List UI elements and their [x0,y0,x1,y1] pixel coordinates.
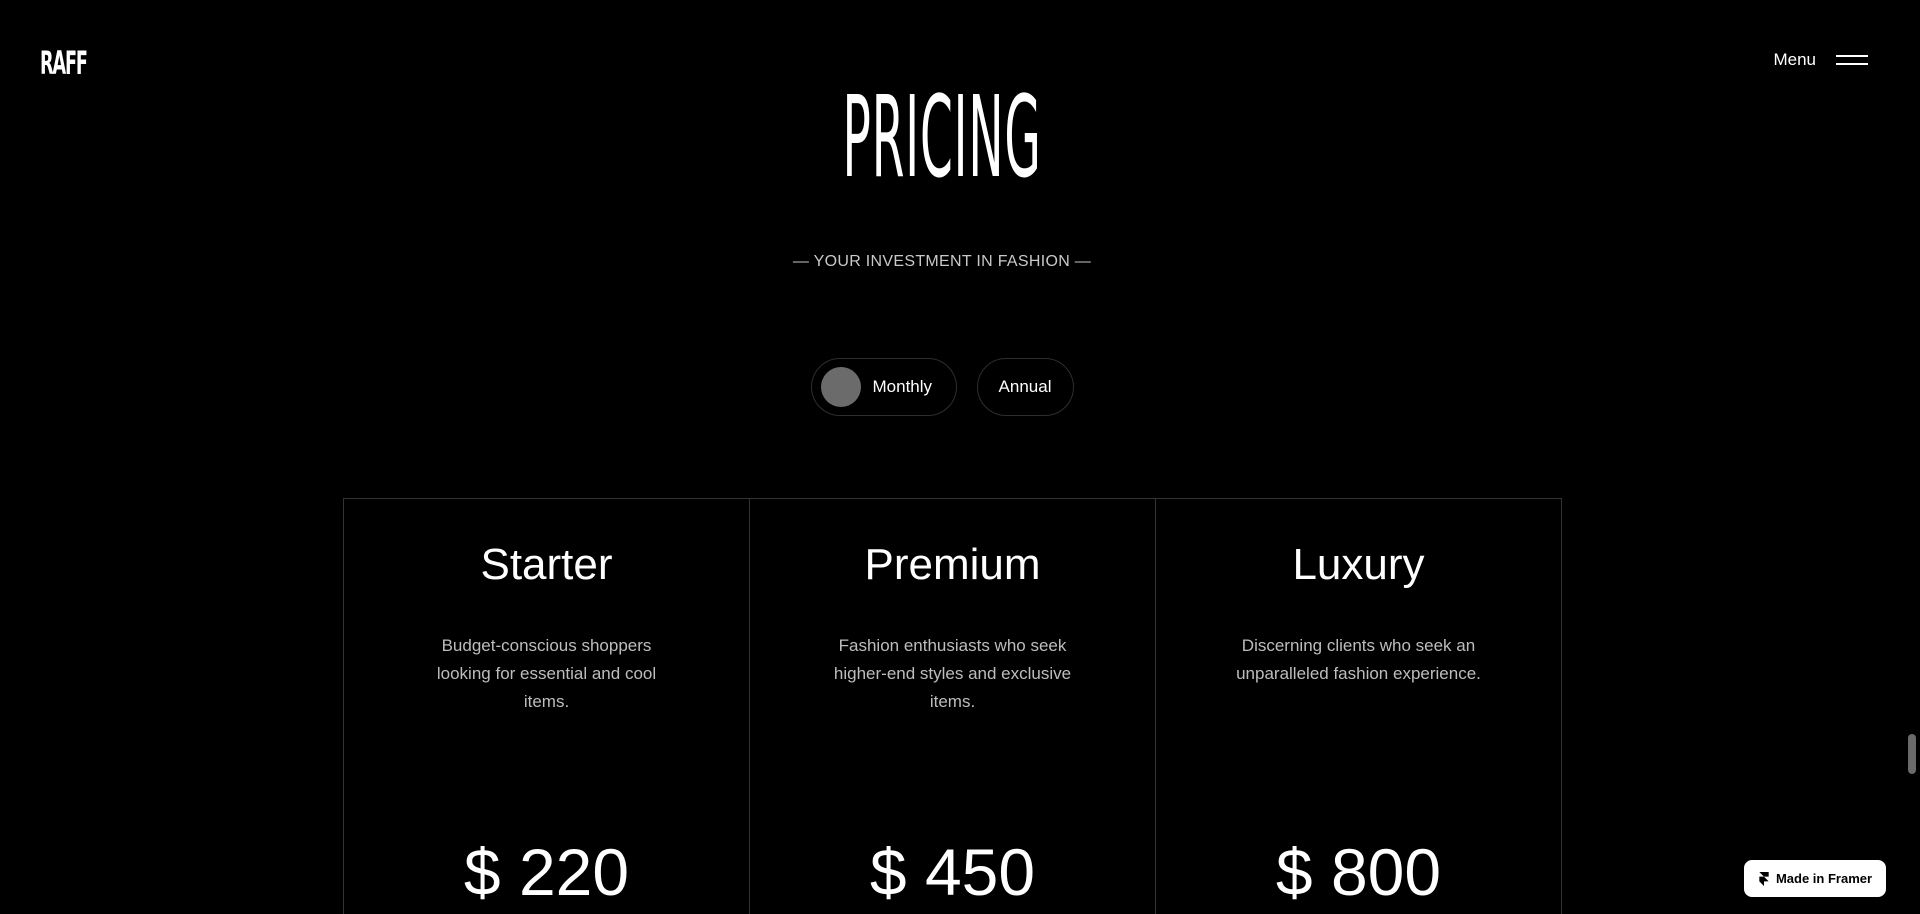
page-title: PRICING [842,73,1042,203]
framer-icon [1758,871,1770,886]
annual-toggle-button[interactable]: Annual [976,358,1074,416]
toggle-knob [820,367,861,407]
plan-price: $ 450 [869,835,1036,909]
scrollbar-thumb[interactable] [1908,734,1916,774]
page-subtitle: — YOUR INVESTMENT IN FASHION — [792,253,1092,270]
framer-badge-label: Made in Framer [1775,871,1873,886]
pricing-page: RAFF Menu PRICING — YOUR INVESTMENT IN F… [0,0,1920,914]
plan-price: $ 800 [1275,835,1442,909]
plan-card-starter: Starter Budget-conscious shoppers lookin… [344,499,750,914]
logo[interactable]: RAFF [40,45,88,81]
menu-label: Menu [1773,50,1816,69]
monthly-label: Monthly [872,377,933,396]
made-in-framer-badge[interactable]: Made in Framer [1744,860,1886,897]
plan-card-premium: Premium Fashion enthusiasts who seek hig… [750,499,1156,914]
plan-name: Luxury [1292,540,1425,589]
page-scrollbar[interactable] [1902,0,1920,914]
plan-name: Starter [480,540,613,589]
plan-description: Fashion enthusiasts who seek higher-end … [833,636,1072,711]
hamburger-icon [1836,53,1868,67]
billing-toggle: Monthly Annual [0,358,1884,416]
plan-price: $ 220 [463,835,630,909]
annual-label: Annual [998,377,1052,396]
pricing-cards: Starter Budget-conscious shoppers lookin… [343,498,1562,914]
plan-description: Discerning clients who seek an unparalle… [1236,636,1481,683]
plan-name: Premium [864,540,1041,589]
page-title-wrapper: PRICING [0,78,1884,198]
plan-card-luxury: Luxury Discerning clients who seek an un… [1156,499,1561,914]
menu-button[interactable]: Menu [1773,50,1868,70]
monthly-toggle-button[interactable]: Monthly [810,358,957,416]
plan-description: Budget-conscious shoppers looking for es… [436,636,657,711]
